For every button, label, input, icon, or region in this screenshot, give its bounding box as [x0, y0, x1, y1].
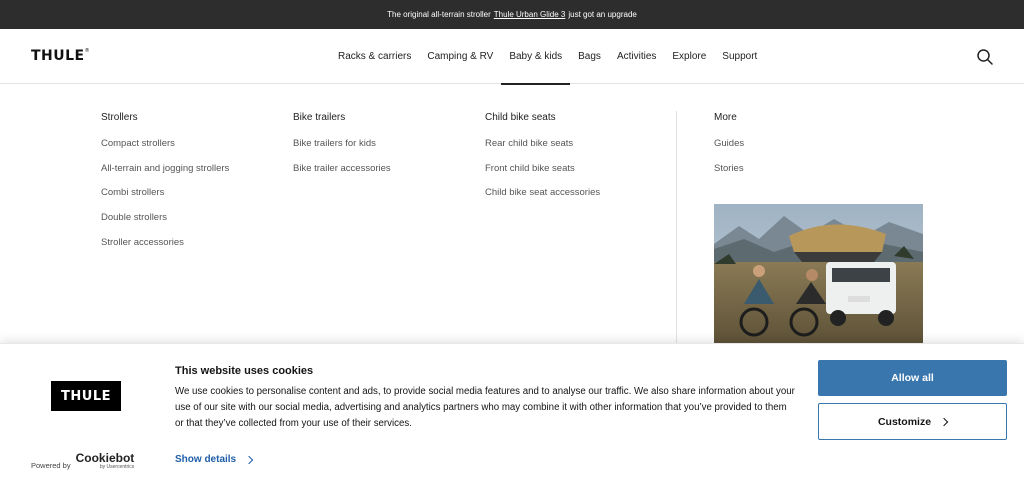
nav-baby-kids[interactable]: Baby & kids: [501, 29, 570, 85]
customize-label: Customize: [877, 415, 932, 428]
powered-by-cookiebot[interactable]: Powered by Cookiebot by Usercentrics: [31, 452, 134, 470]
menu-link-stories[interactable]: Stories: [714, 163, 744, 188]
child-bike-seats-heading[interactable]: Child bike seats: [485, 112, 600, 124]
menu-divider: [676, 111, 677, 343]
allow-all-button[interactable]: Allow all: [818, 360, 1007, 396]
nav-support[interactable]: Support: [714, 29, 765, 84]
strollers-heading[interactable]: Strollers: [101, 112, 229, 124]
nav-racks-carriers[interactable]: Racks & carriers: [330, 29, 419, 84]
cookiebot-name: Cookiebot: [75, 451, 135, 465]
more-column: More Guides Stories: [714, 112, 744, 187]
announcement-link[interactable]: Thule Urban Glide 3: [494, 10, 566, 19]
child-bike-seats-column: Child bike seats Rear child bike seats F…: [485, 112, 600, 212]
cookiebot-logo: Cookiebot by Usercentrics: [76, 452, 135, 470]
chevron-right-icon: [244, 455, 254, 464]
chevron-right-icon: [939, 417, 949, 426]
cookie-description: We use cookies to personalise content an…: [175, 386, 795, 429]
baby-kids-menu: Strollers Compact strollers All-terrain …: [0, 85, 1024, 343]
menu-link-rear-child-seats[interactable]: Rear child bike seats: [485, 138, 600, 163]
logo-text: THULE: [31, 48, 85, 64]
nav-camping-rv[interactable]: Camping & RV: [419, 29, 501, 84]
nav-explore[interactable]: Explore: [664, 29, 714, 84]
menu-link-combi-strollers[interactable]: Combi strollers: [101, 187, 229, 212]
menu-link-bike-trailer-accessories[interactable]: Bike trailer accessories: [293, 163, 391, 188]
main-nav: Racks & carriers Camping & RV Baby & kid…: [330, 29, 765, 85]
bike-trailers-column: Bike trailers Bike trailers for kids Bik…: [293, 112, 391, 187]
menu-link-all-terrain-strollers[interactable]: All-terrain and jogging strollers: [101, 163, 229, 188]
nav-bags[interactable]: Bags: [570, 29, 609, 84]
announcement-bar: The original all-terrain stroller Thule …: [0, 0, 1024, 29]
menu-link-guides[interactable]: Guides: [714, 138, 744, 163]
cookie-banner-logo: THULE: [51, 381, 121, 411]
announcement-prefix: The original all-terrain stroller: [387, 10, 491, 19]
menu-link-front-child-seats[interactable]: Front child bike seats: [485, 163, 600, 188]
promo-image[interactable]: [714, 204, 923, 343]
customize-button[interactable]: Customize: [818, 403, 1007, 440]
menu-link-child-seat-accessories[interactable]: Child bike seat accessories: [485, 187, 600, 212]
more-heading: More: [714, 112, 737, 123]
show-details-link[interactable]: Show details: [175, 454, 254, 465]
cookie-title: This website uses cookies: [175, 365, 314, 377]
announcement-suffix: just got an upgrade: [568, 10, 637, 19]
bike-trailers-heading[interactable]: Bike trailers: [293, 112, 391, 124]
search-icon[interactable]: [976, 48, 994, 66]
show-details-label: Show details: [175, 454, 237, 465]
menu-link-bike-trailers-kids[interactable]: Bike trailers for kids: [293, 138, 391, 163]
menu-link-compact-strollers[interactable]: Compact strollers: [101, 138, 229, 163]
thule-logo[interactable]: THULE®: [31, 48, 90, 64]
nav-activities[interactable]: Activities: [609, 29, 664, 84]
site-header: THULE® Racks & carriers Camping & RV Bab…: [0, 29, 1024, 85]
menu-link-double-strollers[interactable]: Double strollers: [101, 212, 229, 237]
powered-by-label: Powered by: [31, 461, 71, 470]
menu-link-stroller-accessories[interactable]: Stroller accessories: [101, 237, 229, 262]
strollers-column: Strollers Compact strollers All-terrain …: [101, 112, 229, 261]
cookie-banner: THULE Powered by Cookiebot by Usercentri…: [0, 343, 1024, 486]
